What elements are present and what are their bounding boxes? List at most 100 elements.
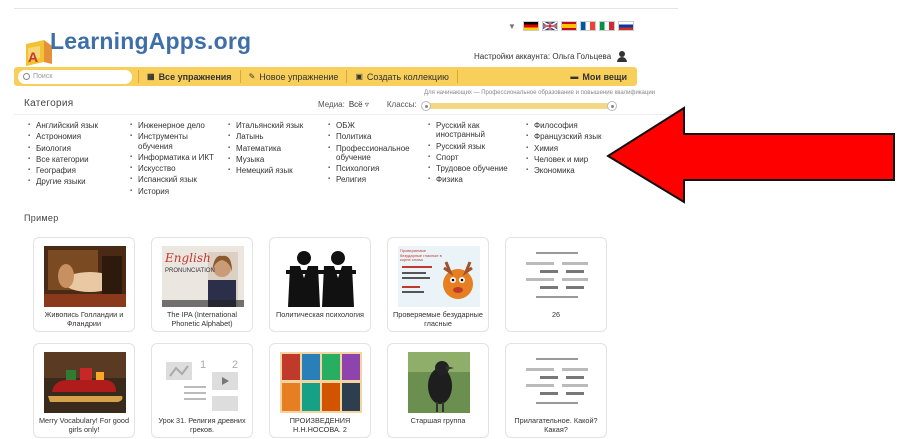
language-selector[interactable]: ▼	[508, 21, 634, 31]
category-item[interactable]: Астрономия	[28, 132, 128, 142]
media-value[interactable]: Всё	[349, 100, 363, 109]
category-item[interactable]: Английский язык	[28, 121, 128, 131]
main-navbar: Поиск ▦ Все упражнения ✎ Новое упражнени…	[14, 67, 637, 86]
grade-range-slider[interactable]	[421, 101, 617, 111]
example-card-title: Старшая группа	[410, 416, 466, 425]
example-card[interactable]: Старшая группа	[387, 343, 489, 438]
collection-icon: ▣	[355, 72, 363, 81]
filter-controls: Медиа: Всё ▿ Классы:	[318, 100, 417, 109]
category-item[interactable]: Информатика и ИКТ	[130, 153, 222, 163]
category-item[interactable]: Психология	[328, 164, 420, 174]
search-icon	[23, 73, 30, 80]
example-card-title: Проверяемые безударные гласные	[393, 310, 483, 328]
category-item[interactable]: История	[130, 187, 222, 197]
category-item[interactable]: Итальянский язык	[228, 121, 328, 131]
user-icon[interactable]	[617, 51, 628, 62]
category-column: Русский как иностранный Русский язык Спо…	[428, 121, 520, 187]
category-item[interactable]: Инструменты обучения	[130, 132, 222, 151]
all-exercises-button[interactable]: ▦ Все упражнения	[138, 70, 241, 83]
search-input[interactable]: Поиск	[18, 69, 132, 84]
example-card[interactable]: Прилагательное. Какой? Какая?	[505, 343, 607, 438]
moose-thumbnail: Проверяемые безударные гласные в корне с…	[398, 246, 480, 307]
site-logo[interactable]: A LearningApps.org	[20, 20, 251, 70]
example-card[interactable]: 1 2 Урок 31. Религия древних греков.	[151, 343, 253, 438]
crow-thumbnail	[408, 352, 470, 413]
category-title: Категория	[24, 98, 74, 109]
category-item[interactable]: Искусство	[130, 164, 222, 174]
my-things-button[interactable]: ▬ Мои вещи	[570, 72, 627, 82]
category-item[interactable]: Политика	[328, 132, 420, 142]
category-item[interactable]: Испанский язык	[130, 175, 222, 185]
english-pronunciation-thumbnail: English PRONUNCIATION	[162, 246, 244, 307]
svg-text:2: 2	[232, 359, 238, 371]
chevron-down-icon[interactable]: ▼	[508, 22, 516, 31]
slider-min-handle[interactable]	[421, 101, 431, 111]
example-card-title: Политическая психология	[275, 310, 365, 319]
category-item[interactable]: Профессиональное обучение	[328, 144, 420, 163]
category-item[interactable]: Инженерное дело	[130, 121, 222, 131]
account-settings-label[interactable]: Настройки аккаунта: Ольга Гольцева	[474, 52, 611, 61]
example-card-title: ПРОИЗВЕДЕНИЯ Н.Н.НОСОВА. 2	[289, 416, 351, 434]
flag-gb-icon[interactable]	[541, 21, 558, 31]
new-exercise-button[interactable]: ✎ Новое упражнение	[241, 70, 348, 83]
category-item[interactable]: Математика	[228, 144, 328, 154]
flag-de-icon[interactable]	[522, 21, 539, 31]
grades-label: Классы:	[386, 100, 417, 109]
example-card[interactable]: Политическая психология	[269, 237, 371, 332]
category-item[interactable]: Физика	[428, 175, 520, 185]
flag-ru-icon[interactable]	[617, 21, 634, 31]
example-card[interactable]: Проверяемые безударные гласные в корне с…	[387, 237, 489, 332]
category-item[interactable]: Все категории	[28, 155, 128, 165]
category-column: Инженерное дело Инструменты обучения Инф…	[130, 121, 222, 198]
new-exercise-label: Новое упражнение	[259, 71, 339, 82]
example-card-title: Живопись Голландии и Фландрии	[44, 310, 124, 328]
category-item[interactable]: Спорт	[428, 153, 520, 163]
category-item[interactable]: Религия	[328, 175, 420, 185]
grade-range-caption: Для начинающих — Профессиональное образо…	[424, 90, 656, 96]
category-item[interactable]: Биология	[28, 144, 128, 154]
search-placeholder: Поиск	[33, 73, 53, 80]
account-settings[interactable]: Настройки аккаунта: Ольга Гольцева	[474, 51, 628, 62]
chevron-down-icon[interactable]: ▿	[365, 100, 369, 109]
my-things-label: Мои вещи	[582, 71, 627, 82]
category-item[interactable]: ОБЖ	[328, 121, 420, 131]
top-divider	[14, 8, 678, 9]
books-thumbnail	[280, 352, 362, 413]
category-column: ОБЖ Политика Профессиональное обучение П…	[328, 121, 420, 187]
category-item[interactable]: Другие языки	[28, 177, 128, 187]
category-item[interactable]: Музыка	[228, 155, 328, 165]
example-card[interactable]: ПРОИЗВЕДЕНИЯ Н.Н.НОСОВА. 2	[269, 343, 371, 438]
category-item[interactable]: Немецкий язык	[228, 166, 328, 176]
category-item[interactable]: Латынь	[228, 132, 328, 142]
divider	[14, 114, 678, 115]
pencil-icon: ✎	[248, 72, 256, 81]
category-item[interactable]: География	[28, 166, 128, 176]
flag-fr-icon[interactable]	[579, 21, 596, 31]
moose-card-lines: Проверяемые безударные гласные в корне с…	[400, 249, 442, 263]
category-item[interactable]: Русский как иностранный	[428, 121, 520, 140]
example-card-title: The IPA (International Phonetic Alphabet…	[166, 310, 238, 328]
folder-icon: ▬	[570, 72, 579, 81]
pronunciation-word: PRONUNCIATION	[165, 268, 215, 274]
all-exercises-label: Все упражнения	[158, 71, 232, 82]
category-item[interactable]: Трудовое обучение	[428, 164, 520, 174]
category-column: Английский язык Астрономия Биология Все …	[28, 121, 128, 189]
text-lines-thumbnail	[516, 352, 598, 413]
example-card[interactable]: English PRONUNCIATION The IPA (Internati…	[151, 237, 253, 332]
example-card-title: Урок 31. Религия древних греков.	[158, 416, 246, 434]
examples-title: Пример	[24, 213, 59, 223]
svg-text:1: 1	[200, 359, 206, 371]
flag-it-icon[interactable]	[598, 21, 615, 31]
svg-text:A: A	[28, 49, 38, 65]
media-select[interactable]: Всё ▿	[349, 100, 369, 109]
red-arrow-icon	[606, 106, 895, 204]
example-card[interactable]: 26	[505, 237, 607, 332]
example-card-title: 26	[551, 310, 561, 319]
create-collection-button[interactable]: ▣ Создать коллекцию	[347, 70, 458, 83]
example-card[interactable]: Живопись Голландии и Фландрии	[33, 237, 135, 332]
example-card[interactable]: Merry Vocabulary! For good girls only!	[33, 343, 135, 438]
media-label: Медиа:	[318, 100, 345, 109]
flag-es-icon[interactable]	[560, 21, 577, 31]
example-card-title: Merry Vocabulary! For good girls only!	[38, 416, 130, 434]
category-item[interactable]: Русский язык	[428, 142, 520, 152]
